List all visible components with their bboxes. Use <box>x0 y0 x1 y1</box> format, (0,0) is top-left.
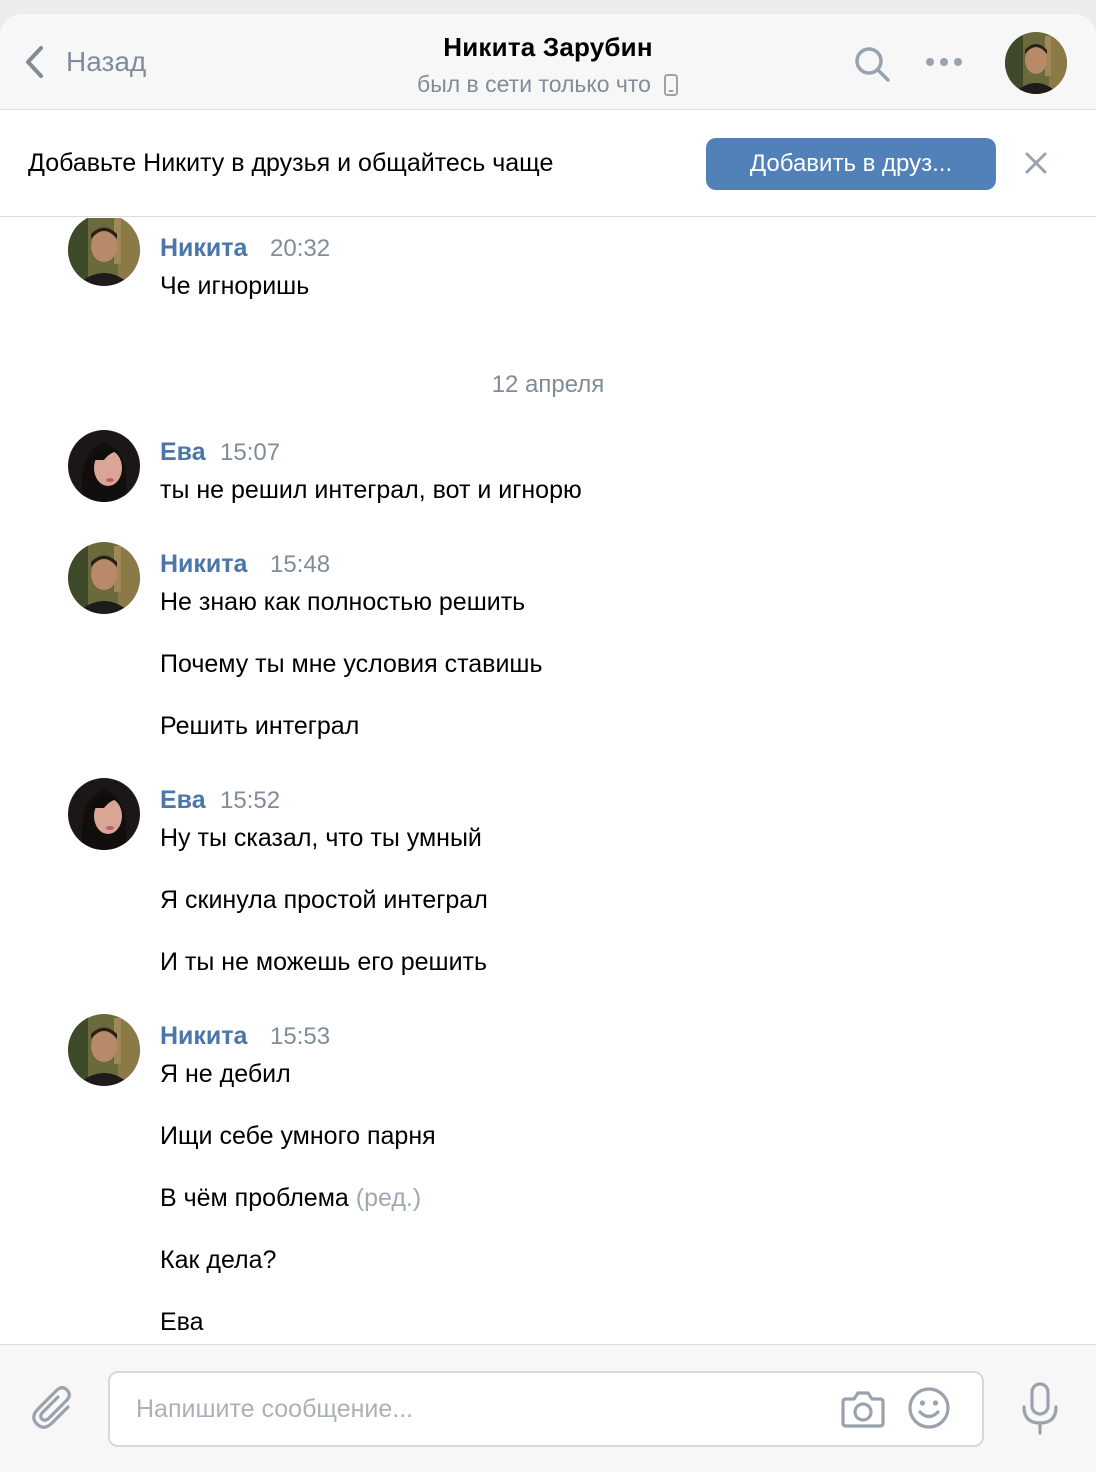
message-text: Ева <box>160 1308 204 1336</box>
message-text: Ищи себе умного парня <box>160 1122 436 1150</box>
message-text: Я не дебил <box>160 1060 291 1088</box>
add-friend-text: Добавьте Никиту в друзья и общайтесь чащ… <box>28 149 554 177</box>
more-options-icon[interactable] <box>920 46 970 78</box>
emoji-icon[interactable] <box>906 1385 952 1431</box>
mobile-phone-icon <box>663 73 678 96</box>
close-icon[interactable] <box>1022 149 1050 177</box>
message-text-edited: В чём проблема (ред.) <box>160 1184 421 1213</box>
camera-icon[interactable] <box>840 1387 886 1431</box>
message-time: 15:48 <box>270 551 331 578</box>
search-icon[interactable] <box>852 44 892 84</box>
avatar-eva[interactable] <box>68 778 140 850</box>
message-time: 15:53 <box>270 1023 331 1050</box>
add-friend-banner: Добавьте Никиту в друзья и общайтесь чащ… <box>0 111 1096 217</box>
message-author[interactable]: Ева <box>160 438 206 467</box>
date-separator: 12 апреля <box>491 371 605 398</box>
message-text: Решить интеграл <box>160 712 360 740</box>
message-text: Че игноришь <box>160 272 310 300</box>
message-author[interactable]: Никита <box>160 1022 247 1051</box>
message-author[interactable]: Ева <box>160 786 206 815</box>
avatar-nikita[interactable] <box>68 218 140 286</box>
message-text: ты не решил интеграл, вот и игнорю <box>160 476 582 504</box>
message-author[interactable]: Никита <box>160 234 247 263</box>
message-input-box[interactable] <box>108 1371 984 1447</box>
message-text: Я скинула простой интеграл <box>160 886 488 914</box>
message-input[interactable] <box>136 1373 816 1445</box>
message-author[interactable]: Никита <box>160 550 247 579</box>
message-time: 20:32 <box>270 235 331 262</box>
avatar-nikita[interactable] <box>68 542 140 614</box>
microphone-icon[interactable] <box>1018 1381 1062 1437</box>
avatar-nikita[interactable] <box>68 1014 140 1086</box>
chat-window: Назад Никита Зарубин был в сети только ч… <box>0 14 1096 1472</box>
online-status: был в сети только что <box>417 71 679 98</box>
message-text: Ну ты сказал, что ты умный <box>160 824 482 852</box>
chat-header: Назад Никита Зарубин был в сети только ч… <box>0 14 1096 110</box>
paperclip-icon[interactable] <box>30 1385 78 1433</box>
online-status-text: был в сети только что <box>417 71 651 97</box>
message-time: 15:52 <box>220 787 281 814</box>
message-time: 15:07 <box>220 439 281 466</box>
edited-label: (ред.) <box>355 1184 422 1212</box>
avatar-eva[interactable] <box>68 430 140 502</box>
message-text: Почему ты мне условия ставишь <box>160 650 543 678</box>
contact-avatar[interactable] <box>1005 32 1067 94</box>
message-text: Не знаю как полностью решить <box>160 588 526 616</box>
message-text: И ты не можешь его решить <box>160 948 488 976</box>
add-friend-button[interactable]: Добавить в друз... <box>706 138 996 190</box>
message-text: Как дела? <box>160 1246 277 1274</box>
message-composer <box>0 1344 1096 1472</box>
message-list[interactable]: Никита 20:32 Че игноришь 12 апреля Ева 1… <box>0 218 1096 1344</box>
message-text: В чём проблема <box>160 1184 349 1212</box>
